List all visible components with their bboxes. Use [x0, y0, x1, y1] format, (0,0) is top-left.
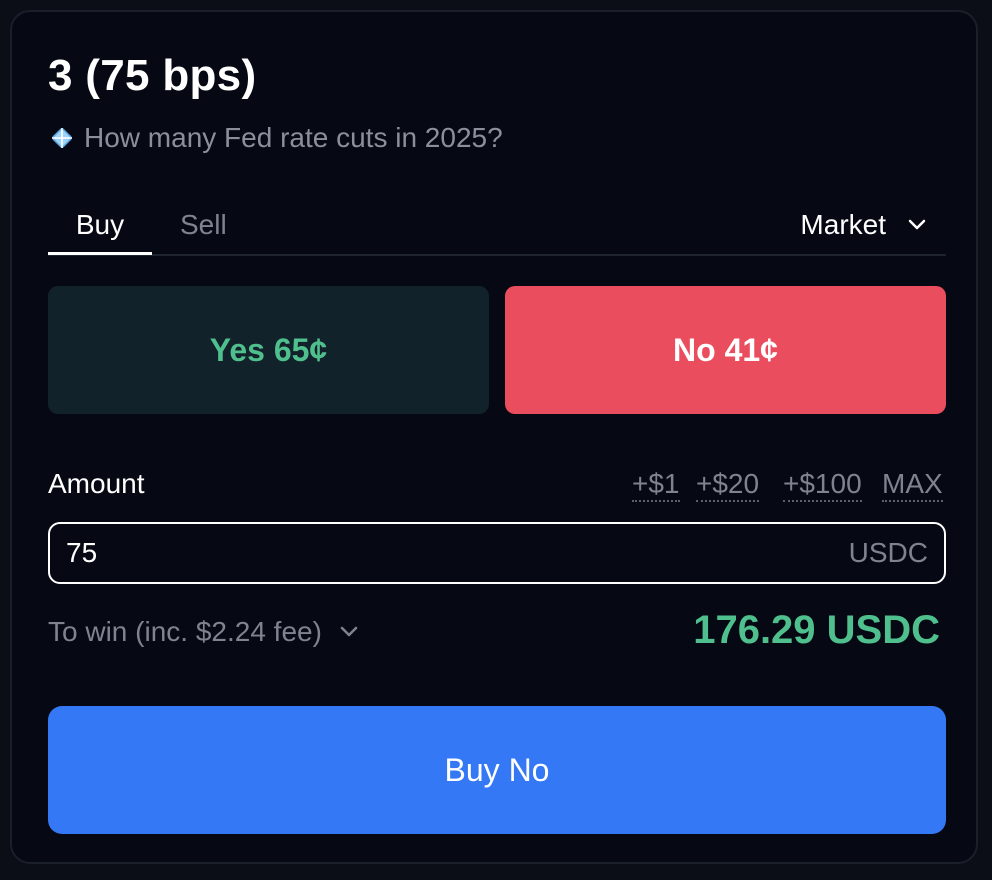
market-question-text: How many Fed rate cuts in 2025? [84, 122, 503, 153]
chevron-down-icon [908, 219, 926, 230]
no-outcome-button[interactable]: No 41¢ [505, 286, 946, 414]
amount-unit: USDC [848, 537, 928, 568]
buy-no-button[interactable]: Buy No [48, 706, 946, 834]
max-button[interactable]: MAX [882, 468, 943, 502]
amount-input[interactable] [66, 537, 666, 569]
to-win-label: To win (inc. $2.24 fee) [48, 616, 322, 647]
add-1-button[interactable]: +$1 [632, 468, 680, 502]
market-title: 3 (75 bps) [48, 51, 257, 100]
add-20-button[interactable]: +$20 [696, 468, 760, 502]
amount-field[interactable]: USDC [48, 522, 946, 584]
yes-outcome-button[interactable]: Yes 65¢ [48, 286, 489, 414]
tab-buy[interactable]: Buy [48, 208, 152, 255]
market-question[interactable]: How many Fed rate cuts in 2025? [48, 122, 503, 154]
to-win-toggle[interactable]: To win (inc. $2.24 fee) [48, 616, 358, 648]
potential-payout: 176.29 USDC [693, 608, 940, 652]
add-100-button[interactable]: +$100 [783, 468, 862, 502]
chevron-down-icon [340, 626, 358, 637]
order-type-label: Market [800, 209, 886, 240]
trade-tabs: Buy Sell Market [48, 208, 946, 256]
diamond-icon [52, 128, 72, 148]
trade-panel: 3 (75 bps) How many Fed rate cuts in 202… [10, 10, 978, 864]
amount-label: Amount [48, 468, 145, 499]
tab-sell[interactable]: Sell [180, 208, 227, 242]
order-type-dropdown[interactable]: Market [800, 208, 926, 242]
